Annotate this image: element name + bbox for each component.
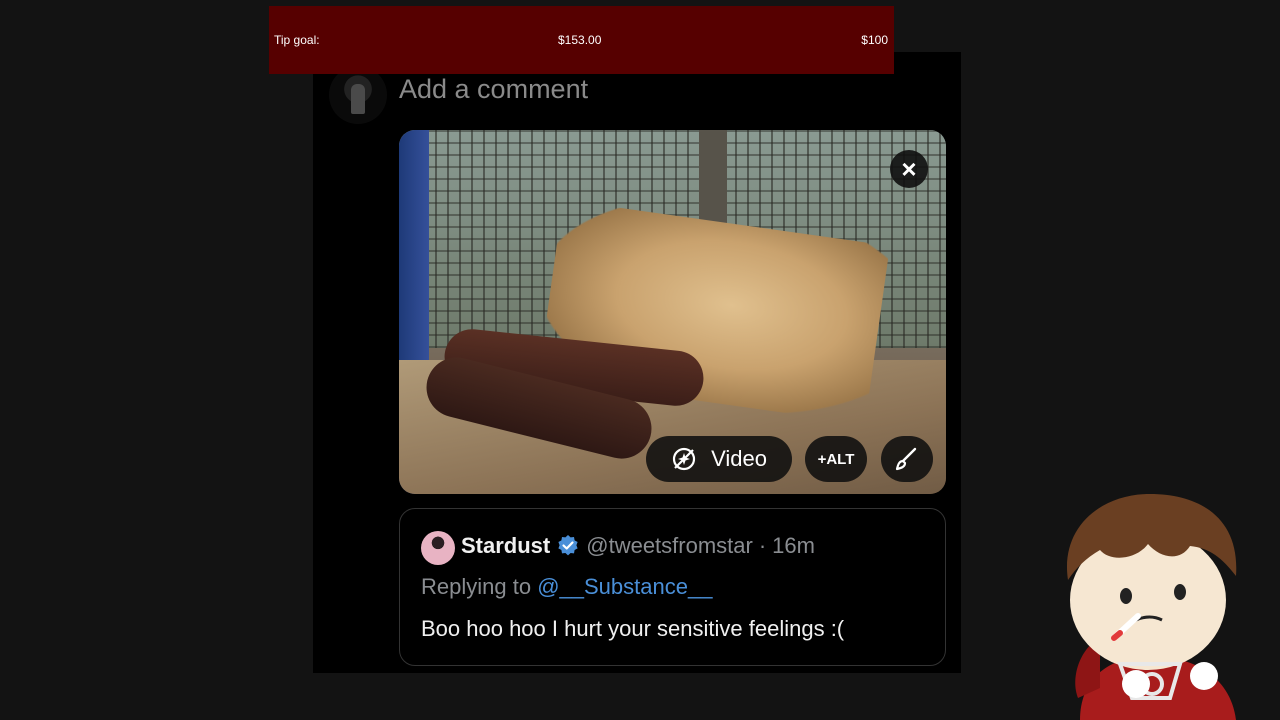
replying-prefix: Replying to bbox=[421, 574, 532, 599]
close-icon: × bbox=[901, 154, 917, 184]
quoted-tweet-time[interactable]: 16m bbox=[772, 533, 815, 559]
streamer-avatar-sticker bbox=[1066, 494, 1237, 720]
video-button[interactable]: Video bbox=[646, 436, 792, 482]
replying-to-line: Replying to @__Substance__ bbox=[421, 574, 712, 600]
tip-goal-current: $153.00 bbox=[558, 33, 602, 47]
quoted-author-handle[interactable]: @tweetsfromstar bbox=[586, 533, 753, 559]
comment-input[interactable]: Add a comment bbox=[399, 74, 588, 105]
tip-goal-bar: Tip goal: $153.00 $100 bbox=[269, 6, 894, 74]
quoted-tweet[interactable]: Stardust @tweetsfromstar · 16m Replying … bbox=[399, 508, 946, 666]
tip-goal-label: Tip goal: bbox=[274, 33, 320, 47]
remove-media-button[interactable]: × bbox=[890, 150, 928, 188]
brush-icon bbox=[895, 447, 917, 471]
alt-text-button[interactable]: +ALT bbox=[805, 436, 867, 482]
quoted-tweet-header: Stardust @tweetsfromstar · 16m bbox=[461, 533, 815, 559]
quoted-author-name[interactable]: Stardust bbox=[461, 533, 550, 559]
video-label: Video bbox=[711, 446, 767, 471]
video-sparkle-icon bbox=[672, 447, 696, 471]
replying-mention-link[interactable]: @__Substance__ bbox=[537, 574, 712, 599]
verified-badge-icon bbox=[558, 535, 578, 556]
quoted-author-avatar[interactable] bbox=[421, 531, 455, 565]
attached-media: × Video +ALT bbox=[399, 130, 946, 494]
user-avatar[interactable] bbox=[329, 66, 387, 124]
edit-media-button[interactable] bbox=[881, 436, 933, 482]
header-separator: · bbox=[758, 533, 767, 558]
tip-goal-target: $100 bbox=[861, 33, 888, 47]
reply-composer-panel: Add a comment × Video +ALT Stardust @twe… bbox=[313, 52, 961, 673]
quoted-tweet-text: Boo hoo hoo I hurt your sensitive feelin… bbox=[421, 616, 845, 641]
